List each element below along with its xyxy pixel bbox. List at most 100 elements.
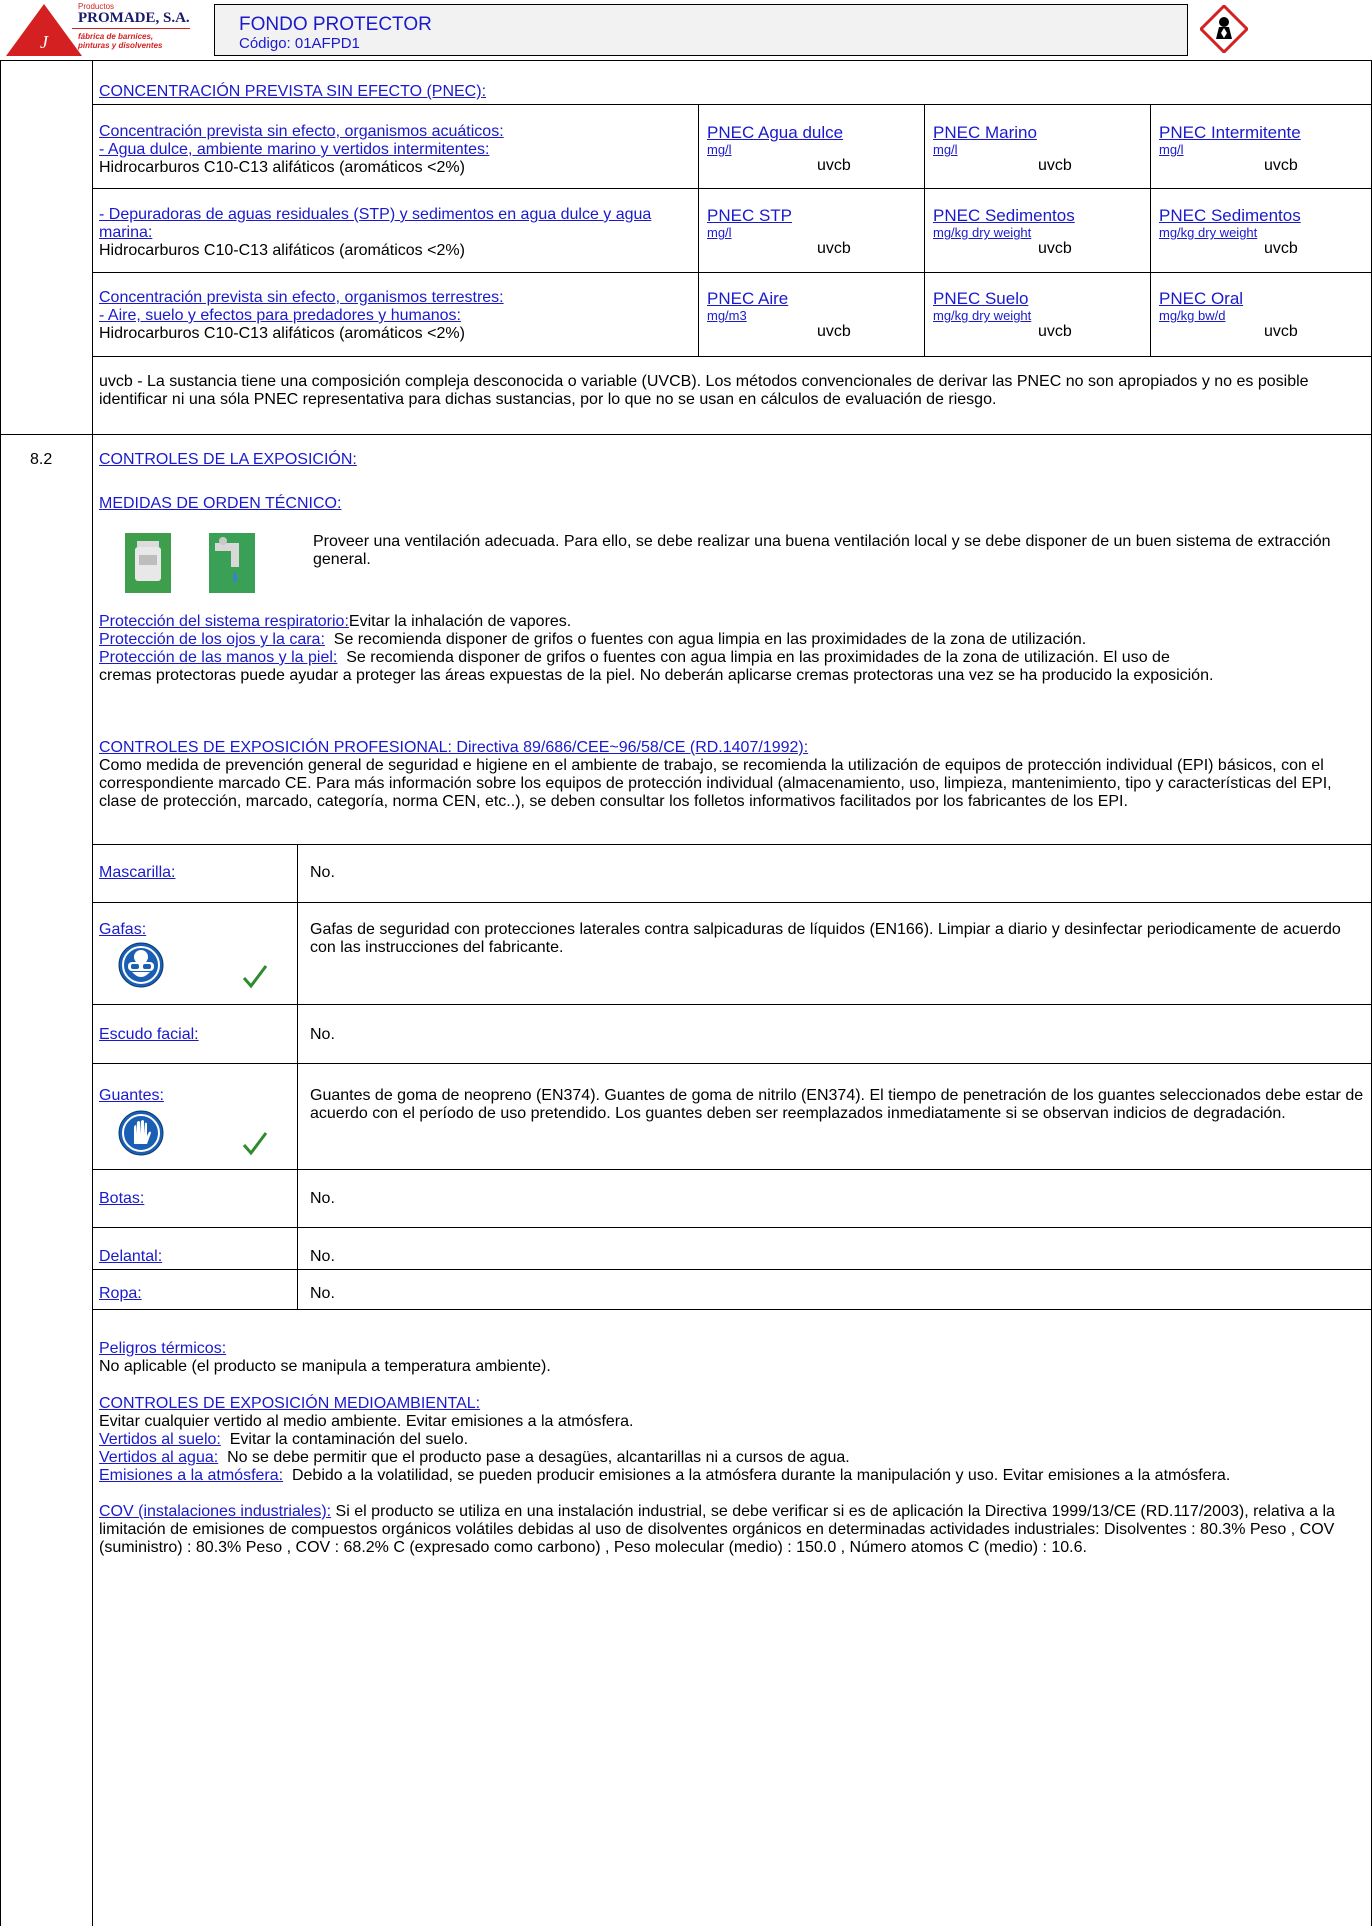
pnec-cell-unit: mg/kg dry weight: [1159, 225, 1258, 240]
checkmark-icon: [242, 1132, 268, 1156]
air-emissions-label[interactable]: Emisiones a la atmósfera:: [99, 1467, 283, 1484]
epi-label-escudo-facial[interactable]: Escudo facial:: [99, 1026, 199, 1044]
hand-protection-label[interactable]: Protección de las manos y la piel:: [99, 649, 337, 666]
soil-discharge-text: Evitar la contaminación del suelo.: [229, 1431, 469, 1448]
product-title-box: FONDO PROTECTOR Código: 01AFPD1: [214, 4, 1188, 56]
product-name: FONDO PROTECTOR: [239, 14, 432, 35]
pnec-cell: PNEC Agua dulce mg/l uvcb: [707, 123, 917, 175]
eye-protection-label[interactable]: Protección de los ojos y la cara:: [99, 631, 325, 648]
pnec-row-stp: - Depuradoras de aguas residuales (STP) …: [99, 206, 659, 260]
pnec-row-substance: Hidrocarburos C10-C13 alifáticos (aromát…: [99, 159, 465, 176]
pnec-cell-unit: mg/l: [933, 142, 958, 157]
soil-discharge: Vertidos al suelo: Evitar la contaminaci…: [99, 1431, 1364, 1449]
pnec-cell-value: uvcb: [1038, 323, 1072, 340]
thermal-hazards-label[interactable]: Peligros térmicos:: [99, 1340, 226, 1358]
pnec-row-sub[interactable]: - Agua dulce, ambiente marino y vertidos…: [99, 141, 689, 159]
epi-text-ropa: No.: [310, 1285, 335, 1302]
professional-controls-text: Como medida de prevención general de seg…: [99, 757, 1332, 810]
pnec-cell: PNEC Suelo mg/kg dry weight uvcb: [933, 289, 1143, 341]
product-code: Código: 01AFPD1: [239, 35, 360, 52]
thermal-hazards-text: No aplicable (el producto se manipula a …: [99, 1358, 551, 1375]
epi-text-botas: No.: [310, 1190, 335, 1207]
pnec-cell-label[interactable]: PNEC STP: [707, 206, 917, 226]
pnec-cell-label[interactable]: PNEC Intermitente: [1159, 123, 1369, 143]
pnec-cell-label[interactable]: PNEC Oral: [1159, 289, 1369, 309]
air-emissions-text: Debido a la volatilidad, se pueden produ…: [291, 1467, 1231, 1484]
pnec-row-sub[interactable]: - Aire, suelo y efectos para predadores …: [99, 307, 689, 325]
pnec-cell-unit: mg/l: [707, 225, 732, 240]
epi-label-mascarilla[interactable]: Mascarilla:: [99, 864, 175, 882]
pnec-row-terrestrial: Concentración prevista sin efecto, organ…: [99, 289, 689, 343]
epi-text-gafas: Gafas de seguridad con protecciones late…: [310, 921, 1341, 956]
pnec-cell: PNEC Marino mg/l uvcb: [933, 123, 1143, 175]
exposure-controls-title[interactable]: CONTROLES DE LA EXPOSICIÓN:: [99, 451, 357, 469]
document-header: J Productos PROMADE, S.A. fábrica de bar…: [0, 0, 1372, 60]
company-name: PROMADE, S.A.: [78, 10, 190, 26]
protective-gloves-icon: [118, 1110, 164, 1156]
logo-triangle-icon: J: [6, 4, 82, 56]
professional-controls-title[interactable]: CONTROLES DE EXPOSICIÓN PROFESIONAL: Dir…: [99, 739, 1364, 757]
respiratory-protection-label[interactable]: Protección del sistema respiratorio:: [99, 613, 349, 630]
svg-text:J: J: [40, 32, 49, 52]
pnec-cell-value: uvcb: [817, 157, 851, 174]
pnec-row-heading[interactable]: Concentración prevista sin efecto, organ…: [99, 289, 689, 307]
pnec-cell-label[interactable]: PNEC Sedimentos: [933, 206, 1143, 226]
pnec-cell-label[interactable]: PNEC Agua dulce: [707, 123, 917, 143]
pnec-cell-unit: mg/kg bw/d: [1159, 308, 1226, 323]
epi-text-delantal: No.: [310, 1248, 335, 1265]
eye-protection-text: Se recomienda disponer de grifos o fuent…: [333, 631, 1087, 648]
company-tagline-2: pinturas y disolventes: [78, 41, 163, 50]
pnec-uvcb-note: uvcb - La sustancia tiene una composició…: [99, 373, 1309, 408]
pnec-cell-label[interactable]: PNEC Aire: [707, 289, 917, 309]
pnec-title[interactable]: CONCENTRACIÓN PREVISTA SIN EFECTO (PNEC)…: [99, 83, 486, 101]
pnec-cell-unit: mg/kg dry weight: [933, 308, 1032, 323]
epi-label-gafas[interactable]: Gafas:: [99, 921, 146, 939]
water-discharge-text: No se debe permitir que el producto pase…: [227, 1449, 850, 1466]
pnec-cell-value: uvcb: [1264, 240, 1298, 257]
eye-face-protection: Protección de los ojos y la cara: Se rec…: [99, 631, 1364, 649]
water-discharge-label[interactable]: Vertidos al agua:: [99, 1449, 218, 1466]
epi-text-mascarilla: No.: [310, 864, 335, 881]
safety-goggles-icon: [118, 942, 164, 988]
pnec-cell-unit: mg/kg dry weight: [933, 225, 1032, 240]
company-logo: J Productos PROMADE, S.A. fábrica de bar…: [4, 2, 204, 58]
section-number: 8.2: [30, 451, 53, 468]
pnec-cell-unit: mg/m3: [707, 308, 747, 323]
technical-measures-title[interactable]: MEDIDAS DE ORDEN TÉCNICO:: [99, 495, 341, 513]
pnec-cell: PNEC Aire mg/m3 uvcb: [707, 289, 917, 341]
pnec-cell-value: uvcb: [1264, 157, 1298, 174]
company-tagline-1: fábrica de barnices,: [78, 32, 154, 41]
pnec-row-sub[interactable]: - Depuradoras de aguas residuales (STP) …: [99, 206, 659, 242]
pnec-row-aquatic: Concentración prevista sin efecto, organ…: [99, 123, 689, 177]
epi-label-guantes[interactable]: Guantes:: [99, 1087, 164, 1105]
epi-label-ropa[interactable]: Ropa:: [99, 1285, 142, 1303]
pnec-cell-unit: mg/l: [1159, 142, 1184, 157]
pnec-cell-value: uvcb: [1264, 323, 1298, 340]
respiratory-protection-text: Evitar la inhalación de vapores.: [348, 613, 572, 630]
hand-protection-text-1: Se recomienda disponer de grifos o fuent…: [346, 649, 1170, 666]
environmental-controls-text: Evitar cualquier vertido al medio ambien…: [99, 1413, 634, 1430]
pnec-cell-label[interactable]: PNEC Sedimentos: [1159, 206, 1369, 226]
pnec-cell: PNEC Intermitente mg/l uvcb: [1159, 123, 1369, 175]
environmental-controls-title[interactable]: CONTROLES DE EXPOSICIÓN MEDIOAMBIENTAL:: [99, 1395, 480, 1413]
pnec-cell: PNEC Sedimentos mg/kg dry weight uvcb: [1159, 206, 1369, 258]
epi-text-escudo-facial: No.: [310, 1026, 335, 1043]
pnec-cell-unit: mg/l: [707, 142, 732, 157]
voc-industrial: COV (instalaciones industriales): Si el …: [99, 1503, 1364, 1557]
pnec-cell: PNEC Sedimentos mg/kg dry weight uvcb: [933, 206, 1143, 258]
pnec-cell-value: uvcb: [1038, 157, 1072, 174]
epi-label-delantal[interactable]: Delantal:: [99, 1248, 162, 1266]
checkmark-icon: [242, 965, 268, 989]
voc-industrial-label[interactable]: COV (instalaciones industriales):: [99, 1503, 331, 1520]
air-emissions: Emisiones a la atmósfera: Debido a la vo…: [99, 1467, 1364, 1485]
pnec-cell-label[interactable]: PNEC Suelo: [933, 289, 1143, 309]
hand-skin-protection: Protección de las manos y la piel: Se re…: [99, 649, 1364, 685]
pnec-row-heading[interactable]: Concentración prevista sin efecto, organ…: [99, 123, 689, 141]
pnec-cell-label[interactable]: PNEC Marino: [933, 123, 1143, 143]
soil-discharge-label[interactable]: Vertidos al suelo:: [99, 1431, 221, 1448]
water-discharge: Vertidos al agua: No se debe permitir qu…: [99, 1449, 1364, 1467]
pnec-row-substance: Hidrocarburos C10-C13 alifáticos (aromát…: [99, 325, 465, 342]
hand-protection-text-2: cremas protectoras puede ayudar a proteg…: [99, 667, 1214, 684]
pnec-row-substance: Hidrocarburos C10-C13 alifáticos (aromát…: [99, 242, 465, 259]
epi-label-botas[interactable]: Botas:: [99, 1190, 144, 1208]
